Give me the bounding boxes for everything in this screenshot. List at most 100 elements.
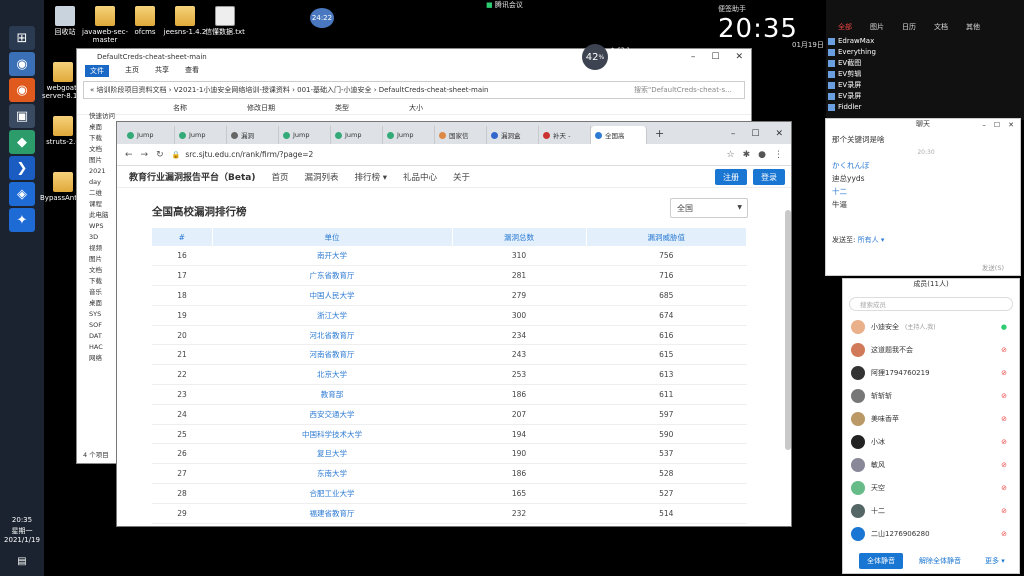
member-item[interactable]: 十二 ⊘: [843, 499, 1019, 522]
firefox-icon[interactable]: ◉: [9, 78, 35, 102]
app-item[interactable]: EdrawMax: [828, 36, 888, 47]
tab-calendar[interactable]: 日历: [902, 22, 916, 32]
member-item[interactable]: 美味香苹 ⊘: [843, 407, 1019, 430]
cell-unit[interactable]: 广东省教育厅: [212, 265, 452, 287]
send-button[interactable]: 发送(S): [982, 262, 1004, 272]
mute-all-button[interactable]: 全体静音: [859, 553, 903, 569]
explorer-search-input[interactable]: 搜索"DefaultCreds-cheat-s...: [634, 85, 744, 95]
nav-vuln-list[interactable]: 漏洞列表: [304, 171, 338, 183]
explorer-titlebar[interactable]: DefaultCreds-cheat-sheet-main – ☐ ✕: [77, 49, 751, 65]
tree-item[interactable]: 桌面: [89, 122, 117, 133]
ribbon-tab-home[interactable]: 主页: [125, 65, 139, 77]
tree-item[interactable]: DAT: [89, 331, 117, 342]
tree-item[interactable]: 文档: [89, 265, 117, 276]
tree-item[interactable]: day: [89, 177, 117, 188]
forward-icon[interactable]: →: [141, 150, 149, 160]
cell-unit[interactable]: 东南大学: [212, 463, 452, 485]
more-button[interactable]: 更多 ▾: [977, 553, 1013, 569]
maximize-icon[interactable]: ☐: [751, 129, 759, 139]
minimize-icon[interactable]: –: [982, 121, 986, 129]
perf-meter[interactable]: 42%: [582, 44, 608, 70]
member-item[interactable]: 二山1276906280 ⊘: [843, 522, 1019, 545]
tree-item[interactable]: SYS: [89, 309, 117, 320]
tree-item[interactable]: HAC: [89, 342, 117, 353]
tree-item[interactable]: 视频: [89, 243, 117, 254]
unmute-all-button[interactable]: 解除全体静音: [911, 553, 969, 569]
tab-images[interactable]: 图片: [870, 22, 884, 32]
member-item[interactable]: 小迪安全 (主持人,我) ●: [843, 315, 1019, 338]
header-threat-value[interactable]: 漏洞威胁值: [586, 228, 747, 246]
mic-on-icon[interactable]: ●: [1001, 323, 1007, 331]
notification-icon[interactable]: ▤: [0, 556, 44, 567]
cell-unit[interactable]: 合肥工业大学: [212, 483, 452, 504]
tree-item[interactable]: 此电脑: [89, 210, 117, 221]
page-scrollbar[interactable]: [785, 210, 791, 450]
column-size[interactable]: 大小: [409, 103, 423, 114]
desktop-icon-file[interactable]: 信懂数据.txt: [202, 6, 248, 36]
menu-dots-icon[interactable]: ⋮: [774, 150, 791, 160]
tree-item[interactable]: WPS: [89, 221, 117, 232]
meeting-indicator[interactable]: ■ 腾讯会议: [486, 0, 538, 10]
profile-avatar-icon[interactable]: ●: [758, 150, 766, 160]
mic-muted-icon[interactable]: ⊘: [1001, 530, 1007, 538]
tree-item[interactable]: 音乐: [89, 287, 117, 298]
nav-about[interactable]: 关于: [453, 171, 470, 183]
tree-item[interactable]: 2021: [89, 166, 117, 177]
app-icon[interactable]: ◆: [9, 130, 35, 154]
ribbon-tab-file[interactable]: 文件: [85, 65, 109, 77]
browser-tab[interactable]: 漏洞: [227, 126, 279, 144]
explorer-address-bar[interactable]: « 培训阶段项目资料文档 › V2021-1小迪安全网络培训-授课资料 › 00…: [83, 81, 745, 99]
tree-item[interactable]: 图片: [89, 155, 117, 166]
cell-unit[interactable]: 河南省教育厅: [212, 344, 452, 366]
cell-unit[interactable]: 河北省教育厅: [212, 325, 452, 346]
maximize-icon[interactable]: ☐: [994, 121, 1000, 129]
back-icon[interactable]: ←: [125, 150, 133, 160]
start-icon[interactable]: ⊞: [9, 26, 35, 50]
nav-home[interactable]: 首页: [271, 171, 288, 183]
browser-tab[interactable]: Jump: [383, 126, 435, 144]
member-search-input[interactable]: 搜索成员: [849, 297, 1013, 311]
powershell-icon[interactable]: ❯: [9, 156, 35, 180]
chrome-icon[interactable]: ◉: [9, 52, 35, 76]
pin-icon[interactable]: ✦: [9, 208, 35, 232]
region-select[interactable]: 全国 ▼: [670, 198, 748, 218]
browser-tab[interactable]: 漏洞盒: [487, 126, 539, 144]
send-to-select[interactable]: 所有人 ▾: [858, 236, 885, 244]
cell-unit[interactable]: 福建省教育厅: [212, 503, 452, 524]
tree-item[interactable]: 桌面: [89, 298, 117, 309]
mic-muted-icon[interactable]: ⊘: [1001, 461, 1007, 469]
app-item[interactable]: Everything: [828, 47, 888, 58]
login-button[interactable]: 登录: [753, 169, 785, 185]
cell-unit[interactable]: 复旦大学: [212, 443, 452, 465]
mic-muted-icon[interactable]: ⊘: [1001, 346, 1007, 354]
header-unit[interactable]: 单位: [212, 228, 453, 246]
browser-tab[interactable]: Jump: [331, 126, 383, 144]
browser-tab[interactable]: 国家信: [435, 126, 487, 144]
nav-gift-center[interactable]: 礼品中心: [403, 171, 437, 183]
member-item[interactable]: 小冰 ⊘: [843, 430, 1019, 453]
close-icon[interactable]: ✕: [735, 52, 743, 62]
member-item[interactable]: 天空 ⊘: [843, 476, 1019, 499]
nav-ranking[interactable]: 排行榜 ▾: [355, 171, 387, 183]
close-icon[interactable]: ✕: [775, 129, 783, 139]
cell-unit[interactable]: 中国人民大学: [212, 285, 452, 306]
app-item[interactable]: EV截图: [828, 58, 888, 69]
terminal-icon[interactable]: ▣: [9, 104, 35, 128]
header-rank[interactable]: #: [152, 228, 213, 246]
cell-unit[interactable]: 中国科学技术大学: [212, 424, 452, 445]
extension-icon[interactable]: ✱: [743, 150, 751, 160]
tree-item[interactable]: SOF: [89, 320, 117, 331]
tree-item[interactable]: 课程: [89, 199, 117, 210]
url-bar[interactable]: 🔒 src.sjtu.edu.cn/rank/firm/?page=2: [172, 148, 719, 162]
tree-item[interactable]: 下载: [89, 133, 117, 144]
register-button[interactable]: 注册: [715, 169, 747, 185]
member-item[interactable]: 敏风 ⊘: [843, 453, 1019, 476]
browser-tab[interactable]: Jump: [175, 126, 227, 144]
member-item[interactable]: 这道题我不会 ⊘: [843, 338, 1019, 361]
app-item[interactable]: EV录屏: [828, 80, 888, 91]
close-icon[interactable]: ✕: [1008, 121, 1014, 129]
reload-icon[interactable]: ↻: [156, 150, 164, 160]
tab-all[interactable]: 全部: [838, 22, 852, 32]
cell-unit[interactable]: 南开大学: [212, 246, 452, 267]
new-tab-button[interactable]: +: [647, 127, 672, 144]
